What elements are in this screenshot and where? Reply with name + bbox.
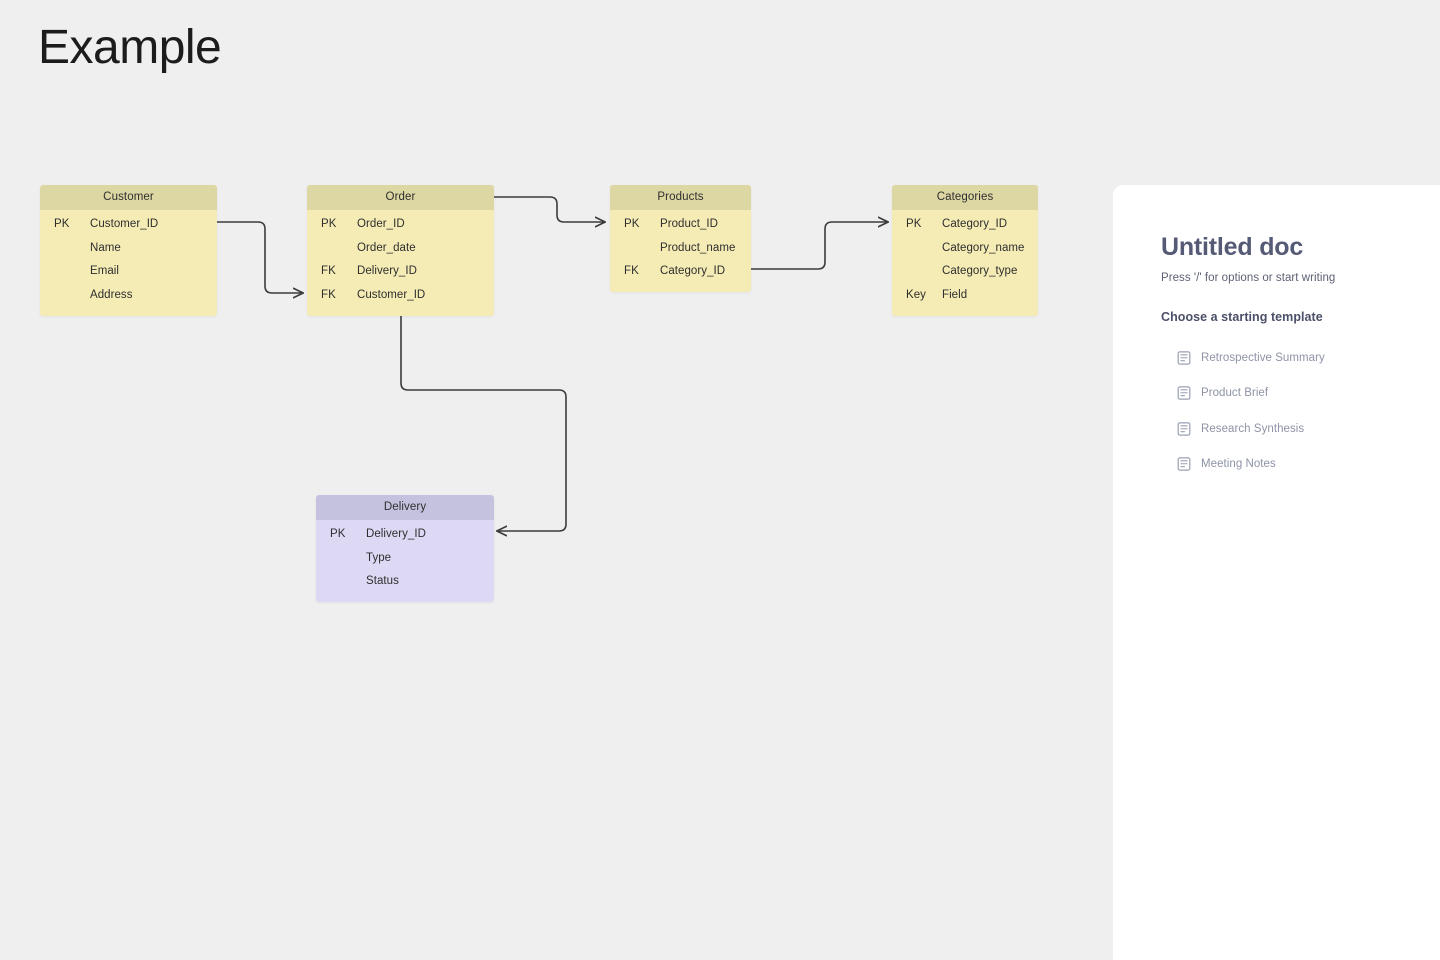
- document-placeholder-hint: Press '/' for options or start writing: [1161, 272, 1336, 284]
- erd-table-title: Customer: [40, 185, 217, 210]
- template-item-label: Meeting Notes: [1201, 458, 1276, 471]
- row-field: Category_ID: [660, 265, 726, 278]
- erd-table-body: PK Category_ID Category_name Category_ty…: [892, 209, 1038, 316]
- erd-table-customer[interactable]: Customer PK Customer_ID Name Email Addre…: [40, 185, 217, 316]
- row-field: Field: [942, 288, 968, 301]
- table-row: PK Category_ID: [892, 213, 1038, 237]
- table-row: Email: [40, 260, 217, 284]
- erd-table-title: Order: [307, 185, 494, 210]
- row-field: Delivery_ID: [357, 265, 417, 278]
- row-field: Email: [90, 265, 120, 278]
- document-panel[interactable]: Untitled doc Press '/' for options or st…: [1113, 185, 1440, 960]
- table-row: Address: [40, 283, 217, 307]
- row-key: Key: [906, 288, 926, 301]
- template-item-label: Product Brief: [1201, 387, 1269, 400]
- row-field: Category_ID: [942, 218, 1008, 231]
- template-item-label: Retrospective Summary: [1201, 351, 1325, 364]
- table-row: FK Category_ID: [610, 260, 751, 284]
- erd-table-body: PK Product_ID Product_name FK Category_I…: [610, 209, 751, 293]
- row-field: Type: [366, 551, 392, 564]
- template-item-retrospective-summary[interactable]: Retrospective Summary: [1161, 340, 1400, 376]
- page-title: Example: [38, 21, 222, 74]
- table-row: Product_name: [610, 236, 751, 260]
- erd-table-order[interactable]: Order PK Order_ID Order_date FK Delivery…: [307, 185, 494, 316]
- row-key: PK: [321, 218, 337, 231]
- document-title[interactable]: Untitled doc: [1161, 232, 1400, 262]
- template-item-meeting-notes[interactable]: Meeting Notes: [1161, 447, 1400, 483]
- table-row: Type: [316, 546, 494, 570]
- table-row: Category_type: [892, 260, 1038, 284]
- template-list: Retrospective Summary Product Brief Rese…: [1161, 340, 1400, 482]
- row-field: Status: [366, 575, 399, 588]
- connector-order-to-products: [493, 196, 605, 222]
- template-item-label: Research Synthesis: [1201, 422, 1305, 435]
- row-field: Order_date: [357, 241, 416, 254]
- document-icon: [1177, 351, 1191, 365]
- erd-table-body: PK Delivery_ID Type Status: [316, 519, 494, 603]
- table-row: PK Customer_ID: [40, 213, 217, 237]
- row-field: Product_ID: [660, 218, 719, 231]
- row-key: PK: [54, 218, 70, 231]
- row-field: Product_name: [660, 241, 736, 254]
- row-field: Order_ID: [357, 218, 405, 231]
- table-row: PK Order_ID: [307, 213, 494, 237]
- row-field: Category_type: [942, 265, 1018, 278]
- document-icon: [1177, 386, 1191, 400]
- table-row: PK Product_ID: [610, 213, 751, 237]
- table-row: FK Delivery_ID: [307, 260, 494, 284]
- row-field: Name: [90, 241, 121, 254]
- template-item-research-synthesis[interactable]: Research Synthesis: [1161, 411, 1400, 447]
- document-icon: [1177, 457, 1191, 471]
- erd-table-products[interactable]: Products PK Product_ID Product_name FK C…: [610, 185, 751, 293]
- table-row: PK Delivery_ID: [316, 523, 494, 547]
- table-row: Name: [40, 236, 217, 260]
- template-item-product-brief[interactable]: Product Brief: [1161, 376, 1400, 412]
- erd-table-body: PK Customer_ID Name Email Address: [40, 209, 217, 316]
- row-field: Delivery_ID: [366, 528, 426, 541]
- diagram-canvas[interactable]: Example Customer PK Customer_ID Name Ema…: [0, 0, 1440, 960]
- table-row: Category_name: [892, 236, 1038, 260]
- table-row: FK Customer_ID: [307, 283, 494, 307]
- row-field: Customer_ID: [90, 218, 159, 231]
- erd-table-body: PK Order_ID Order_date FK Delivery_ID FK…: [307, 209, 494, 316]
- row-field: Category_name: [942, 241, 1025, 254]
- row-key: PK: [624, 218, 640, 231]
- connector-products-to-categories: [750, 222, 888, 270]
- table-row: Order_date: [307, 236, 494, 260]
- table-row: Key Field: [892, 283, 1038, 307]
- table-row: Status: [316, 570, 494, 594]
- document-icon: [1177, 422, 1191, 436]
- erd-table-title: Categories: [892, 185, 1038, 210]
- row-key: PK: [906, 218, 922, 231]
- row-key: PK: [330, 528, 346, 541]
- connector-customer-to-order: [216, 221, 303, 293]
- erd-table-categories[interactable]: Categories PK Category_ID Category_name …: [892, 185, 1038, 316]
- row-key: FK: [321, 265, 336, 278]
- row-field: Address: [90, 288, 133, 301]
- row-field: Customer_ID: [357, 288, 426, 301]
- row-key: FK: [321, 288, 336, 301]
- erd-table-title: Delivery: [316, 495, 494, 520]
- row-key: FK: [624, 265, 639, 278]
- template-section-label: Choose a starting template: [1161, 310, 1323, 324]
- erd-table-delivery[interactable]: Delivery PK Delivery_ID Type Status: [316, 495, 494, 603]
- erd-table-title: Products: [610, 185, 751, 210]
